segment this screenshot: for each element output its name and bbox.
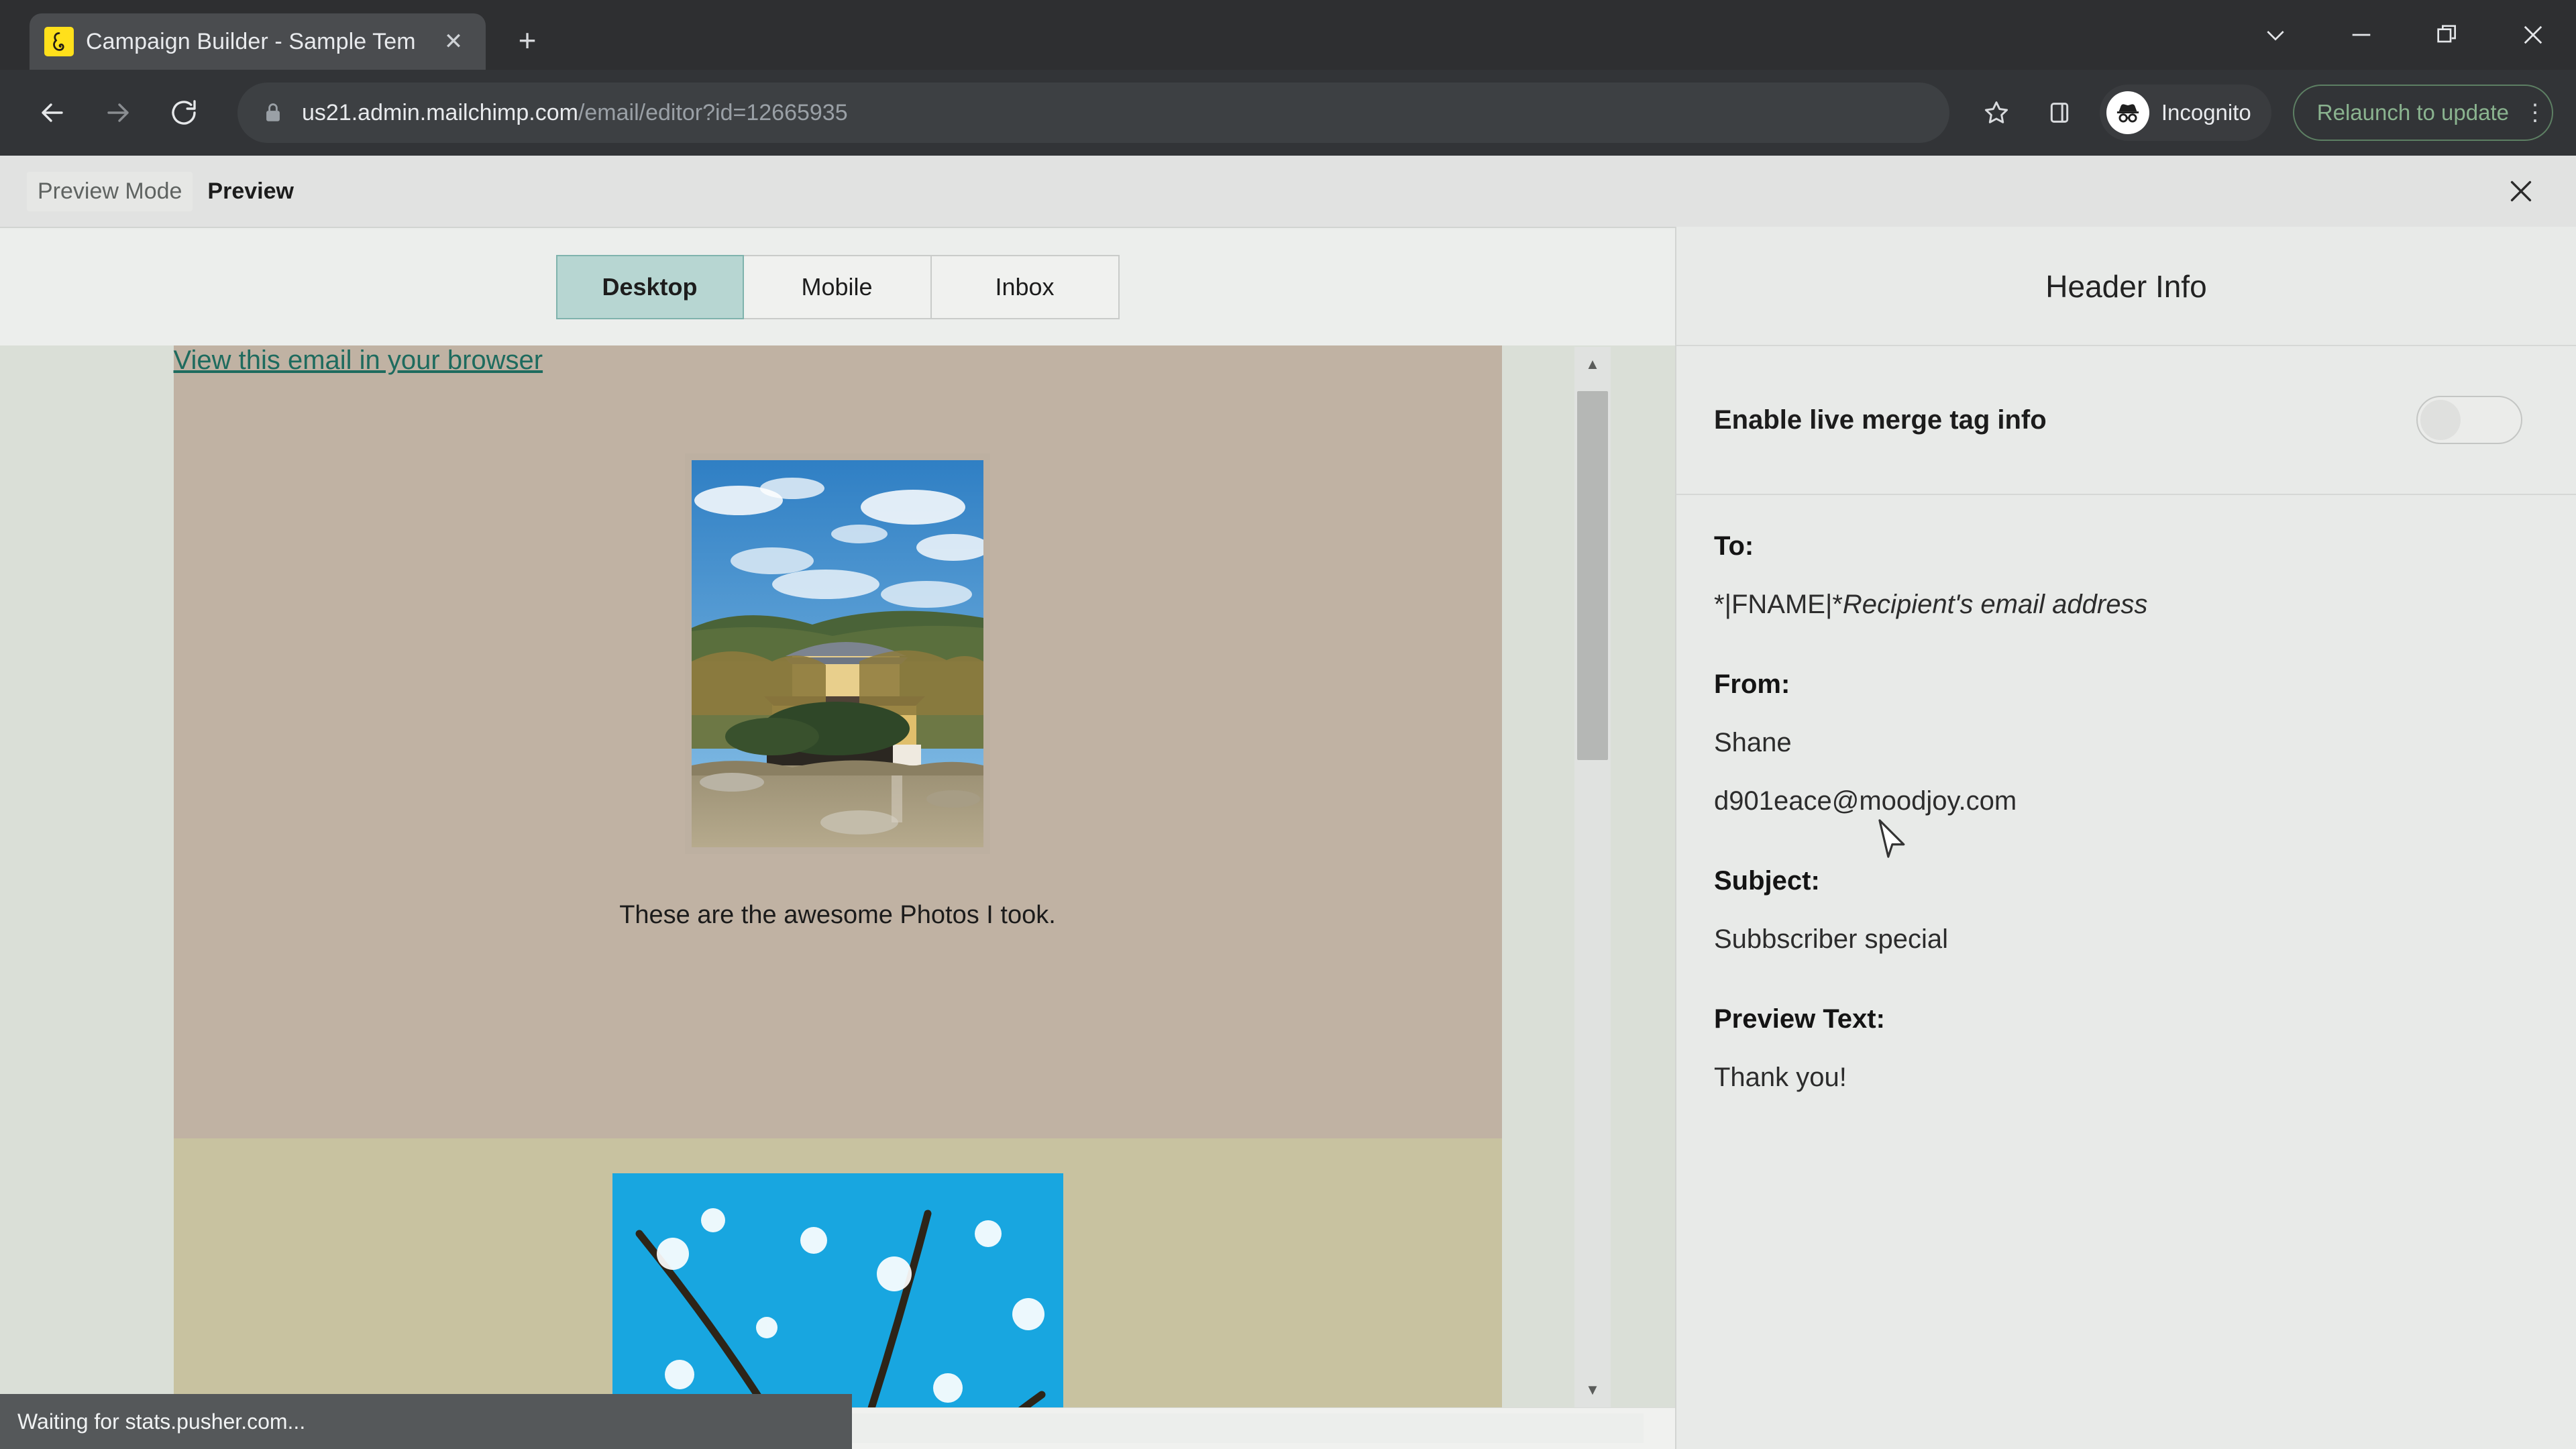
tab-mobile[interactable]: Mobile xyxy=(743,254,932,319)
scroll-up-arrow-icon[interactable]: ▲ xyxy=(1574,347,1611,382)
mouse-cursor xyxy=(1878,818,1909,866)
hero-image-frame xyxy=(685,453,990,854)
url-path: /email/editor?id=12665935 xyxy=(578,99,848,125)
scrollbar-track[interactable] xyxy=(1574,382,1611,1373)
preview-text-value: Thank you! xyxy=(1714,1063,1847,1092)
relaunch-to-update-button[interactable]: Relaunch to update ⋮ xyxy=(2292,85,2553,141)
horizontal-scrollbar-thumb[interactable] xyxy=(852,1413,1644,1443)
incognito-avatar-icon xyxy=(2106,91,2149,134)
close-preview-icon[interactable] xyxy=(2497,167,2545,215)
subject-value: Subbscriber special xyxy=(1714,924,1949,954)
preview-split-layout: Desktop Mobile Inbox View this email in … xyxy=(0,227,2576,1449)
preview-label: Preview xyxy=(207,178,294,204)
subject-label: Subject: xyxy=(1714,866,1820,896)
view-in-browser-link[interactable]: View this email in your browser xyxy=(174,345,543,375)
reload-button-icon[interactable] xyxy=(154,83,213,142)
browser-toolbar: us21.admin.mailchimp.com/email/editor?id… xyxy=(0,70,2576,156)
chevron-down-icon[interactable] xyxy=(2233,0,2318,70)
tab-inbox[interactable]: Inbox xyxy=(931,254,1120,319)
window-controls xyxy=(2233,0,2576,70)
mailchimp-favicon-icon xyxy=(44,27,74,56)
address-bar-url: us21.admin.mailchimp.com/email/editor?id… xyxy=(302,100,848,126)
incognito-label: Incognito xyxy=(2161,100,2251,125)
from-name: Shane xyxy=(1714,728,1792,757)
new-tab-button[interactable]: + xyxy=(503,16,551,64)
email-caption: These are the awesome Photos I took. xyxy=(619,901,1056,929)
minimize-icon[interactable] xyxy=(2318,0,2404,70)
from-email: d901eace@moodjoy.com xyxy=(1714,786,2017,816)
preview-mode-bar: Preview Mode Preview xyxy=(0,156,2576,227)
header-fields: To: *|FNAME|*Recipient's email address F… xyxy=(1676,495,2576,1093)
device-segmented-control: Desktop Mobile Inbox xyxy=(555,254,1120,319)
email-body: View this email in your browser These ar… xyxy=(173,345,1502,1449)
to-value: *|FNAME|*Recipient's email address xyxy=(1714,590,2538,620)
incognito-profile-chip[interactable]: Incognito xyxy=(2099,85,2271,141)
tab-title: Campaign Builder - Sample Tem xyxy=(86,28,416,54)
preview-mode-chip[interactable]: Preview Mode xyxy=(27,171,193,211)
email-preview-viewport[interactable]: View this email in your browser These ar… xyxy=(0,345,1675,1449)
tab-close-icon[interactable]: ✕ xyxy=(436,24,471,59)
bookmark-star-icon[interactable] xyxy=(1968,85,2025,141)
forward-button-icon[interactable] xyxy=(89,83,148,142)
merge-tag-toggle[interactable] xyxy=(2416,396,2522,444)
preview-pane: Desktop Mobile Inbox View this email in … xyxy=(0,227,1675,1449)
tab-desktop[interactable]: Desktop xyxy=(555,254,744,319)
url-host: us21.admin.mailchimp.com xyxy=(302,99,578,125)
relaunch-label: Relaunch to update xyxy=(2316,100,2509,125)
preview-vertical-scrollbar[interactable]: ▲ ▼ xyxy=(1574,347,1611,1407)
status-bar: Waiting for stats.pusher.com... xyxy=(0,1394,852,1449)
side-panel-icon[interactable] xyxy=(2031,85,2088,141)
address-bar[interactable]: us21.admin.mailchimp.com/email/editor?id… xyxy=(237,83,1949,143)
to-merge-tag: *|FNAME|* xyxy=(1714,590,1843,619)
merge-tag-toggle-row: Enable live merge tag info xyxy=(1676,346,2576,495)
restore-window-icon[interactable] xyxy=(2404,0,2490,70)
back-button-icon[interactable] xyxy=(23,83,82,142)
header-info-panel: Header Info Enable live merge tag info T… xyxy=(1675,227,2576,1449)
golden-pavilion-photo xyxy=(692,460,983,847)
device-tab-bar: Desktop Mobile Inbox xyxy=(0,228,1675,345)
preview-text-label: Preview Text: xyxy=(1714,1004,1885,1034)
scrollbar-thumb[interactable] xyxy=(1577,391,1608,760)
lock-icon xyxy=(262,100,284,125)
browser-menu-icon[interactable]: ⋮ xyxy=(2524,101,2546,124)
tab-strip: Campaign Builder - Sample Tem ✕ + xyxy=(0,0,2576,70)
from-label: From: xyxy=(1714,669,1790,699)
panel-title: Header Info xyxy=(1676,227,2576,346)
toggle-knob xyxy=(2420,400,2461,440)
to-label: To: xyxy=(1714,531,1754,561)
merge-tag-toggle-label: Enable live merge tag info xyxy=(1714,405,2047,435)
browser-tab[interactable]: Campaign Builder - Sample Tem ✕ xyxy=(30,13,486,70)
browser-window: Campaign Builder - Sample Tem ✕ + us21.a… xyxy=(0,0,2576,1449)
page-content: Preview Mode Preview Desktop Mobile Inbo… xyxy=(0,156,2576,1449)
scroll-down-arrow-icon[interactable]: ▼ xyxy=(1574,1373,1611,1407)
close-window-icon[interactable] xyxy=(2490,0,2576,70)
to-recipient-text: Recipient's email address xyxy=(1842,590,2148,619)
